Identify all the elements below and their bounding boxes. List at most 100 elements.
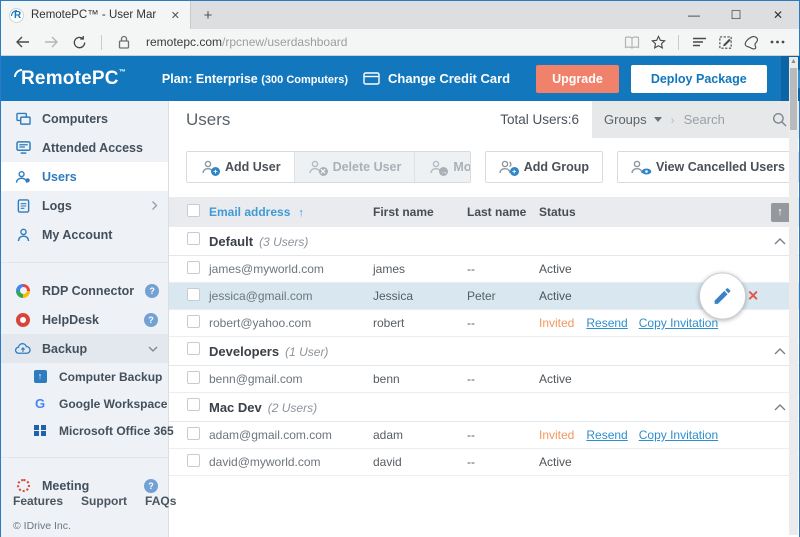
web-note-icon[interactable]	[713, 35, 737, 50]
tab-close-icon[interactable]: ✕	[169, 9, 182, 22]
hub-icon[interactable]	[687, 36, 711, 48]
collapse-group-icon[interactable]	[774, 238, 786, 245]
move-user-button[interactable]: → Move User	[414, 152, 470, 182]
more-options-icon[interactable]	[765, 40, 789, 44]
delete-user-icon[interactable]: ✕	[747, 288, 759, 305]
sidebar-item-computers[interactable]: Computers	[1, 104, 168, 133]
sidebar-item-users[interactable]: Users	[1, 162, 168, 191]
copyright-text: © IDrive Inc.	[13, 520, 168, 532]
group-checkbox[interactable]	[187, 232, 200, 245]
sidebar-item-helpdesk[interactable]: HelpDesk ?	[1, 305, 168, 334]
add-user-button[interactable]: + Add User	[187, 152, 294, 182]
user-row[interactable]: robert@yahoo.com robert -- Invited Resen…	[169, 310, 799, 337]
backup-cloud-icon	[15, 343, 31, 355]
copy-invitation-link[interactable]: Copy Invitation	[639, 316, 718, 330]
collapse-group-icon[interactable]	[774, 404, 786, 411]
column-last-name[interactable]: Last name	[467, 205, 539, 219]
rdp-connector-icon	[16, 284, 30, 298]
support-link[interactable]: Support	[72, 494, 136, 508]
select-all-checkbox[interactable]	[187, 204, 200, 217]
group-checkbox[interactable]	[187, 342, 200, 355]
refresh-button[interactable]	[67, 35, 91, 50]
browser-tab[interactable]: R RemotePC™ - User Mar ✕	[1, 1, 191, 29]
sidebar-item-microsoft-office-365[interactable]: Microsoft Office 365	[1, 417, 168, 444]
features-link[interactable]: Features	[13, 494, 72, 508]
group-row-mac-dev[interactable]: Mac Dev(2 Users)	[169, 393, 799, 422]
row-checkbox[interactable]	[187, 315, 200, 328]
scrollbar-thumb[interactable]	[790, 68, 797, 130]
user-row[interactable]: david@myworld.com david -- Active	[169, 449, 799, 476]
sidebar: Computers Attended Access Users Logs My …	[1, 101, 169, 537]
row-checkbox[interactable]	[187, 261, 200, 274]
delete-user-button[interactable]: ✕ Delete User	[294, 152, 415, 182]
status-badge: Active	[539, 289, 572, 303]
minimize-button[interactable]: —	[673, 1, 715, 29]
sidebar-item-backup[interactable]: Backup	[1, 334, 168, 363]
deploy-package-button[interactable]: Deploy Package	[631, 65, 767, 93]
total-users-count: Total Users:6	[500, 112, 579, 127]
remotepc-logo[interactable]: RemotePC ™	[14, 68, 126, 90]
row-checkbox[interactable]	[187, 454, 200, 467]
address-bar[interactable]: remotepc.com/rpcnew/userdashboard	[146, 35, 616, 49]
row-checkbox[interactable]	[187, 288, 200, 301]
add-group-icon: +	[499, 160, 516, 174]
page-header: Users Total Users:6 Groups ›	[169, 101, 799, 138]
sidebar-item-attended-access[interactable]: Attended Access	[1, 133, 168, 162]
sidebar-item-my-account[interactable]: My Account	[1, 220, 168, 249]
row-checkbox[interactable]	[187, 371, 200, 384]
new-tab-button[interactable]: +	[191, 1, 225, 29]
edit-user-button[interactable]	[699, 273, 746, 320]
favorites-star-icon[interactable]	[646, 35, 670, 49]
user-row[interactable]: adam@gmail.com.com adam -- Invited Resen…	[169, 422, 799, 449]
faqs-link[interactable]: FAQs	[136, 494, 185, 508]
reading-view-icon[interactable]	[620, 36, 644, 49]
sidebar-item-logs[interactable]: Logs	[1, 191, 168, 220]
change-credit-card-button[interactable]: Change Credit Card	[348, 71, 524, 86]
back-button[interactable]	[11, 35, 35, 49]
move-user-icon: →	[428, 160, 445, 174]
scroll-top-button[interactable]: ↑	[771, 203, 790, 222]
user-row[interactable]: benn@gmail.com benn -- Active	[169, 366, 799, 393]
column-status[interactable]: Status	[539, 205, 761, 219]
lock-icon[interactable]	[112, 35, 136, 49]
groups-dropdown[interactable]: Groups	[604, 112, 647, 127]
group-row-default[interactable]: Default(3 Users)	[169, 227, 799, 256]
close-button[interactable]: ✕	[757, 1, 799, 29]
pencil-icon	[712, 286, 733, 307]
row-checkbox[interactable]	[187, 427, 200, 440]
column-email[interactable]: Email address↑	[209, 205, 373, 219]
group-checkbox[interactable]	[187, 398, 200, 411]
share-icon[interactable]	[739, 35, 763, 50]
sidebar-item-computer-backup[interactable]: ↑ Computer Backup	[1, 363, 168, 390]
search-icon[interactable]	[772, 112, 787, 127]
sidebar-item-rdp-connector[interactable]: RDP Connector ?	[1, 276, 168, 305]
sidebar-item-google-workspace[interactable]: G Google Workspace	[1, 390, 168, 417]
chevron-down-icon	[654, 117, 662, 122]
status-badge: Active	[539, 455, 572, 469]
search-input[interactable]	[684, 112, 770, 127]
resend-link[interactable]: Resend	[586, 428, 627, 442]
scrollbar-up-arrow[interactable]: ▲	[789, 57, 798, 67]
credit-card-icon	[363, 72, 380, 85]
copy-invitation-link[interactable]: Copy Invitation	[639, 428, 718, 442]
remotepc-favicon-icon: R	[9, 8, 24, 23]
upgrade-button[interactable]: Upgrade	[536, 65, 619, 93]
group-row-developers[interactable]: Developers(1 User)	[169, 337, 799, 366]
help-question-icon[interactable]: ?	[144, 313, 158, 327]
column-first-name[interactable]: First name	[373, 205, 467, 219]
add-group-button[interactable]: + Add Group	[485, 151, 603, 183]
view-cancelled-users-button[interactable]: View Cancelled Users	[617, 151, 799, 183]
computer-backup-icon: ↑	[34, 370, 47, 383]
google-workspace-icon: G	[35, 396, 45, 411]
help-question-icon[interactable]: ?	[144, 479, 158, 493]
resend-link[interactable]: Resend	[586, 316, 627, 330]
user-row-selected[interactable]: jessica@gmail.com Jessica Peter Active ✕	[169, 283, 799, 310]
delete-user-icon: ✕	[308, 160, 325, 174]
maximize-button[interactable]: ☐	[715, 1, 757, 29]
page-scrollbar[interactable]: ▲	[789, 57, 798, 535]
forward-button[interactable]	[39, 35, 63, 49]
logs-icon	[15, 199, 31, 213]
collapse-group-icon[interactable]	[774, 348, 786, 355]
groups-search-bar: Groups ›	[592, 101, 799, 138]
help-question-icon[interactable]: ?	[145, 284, 159, 298]
